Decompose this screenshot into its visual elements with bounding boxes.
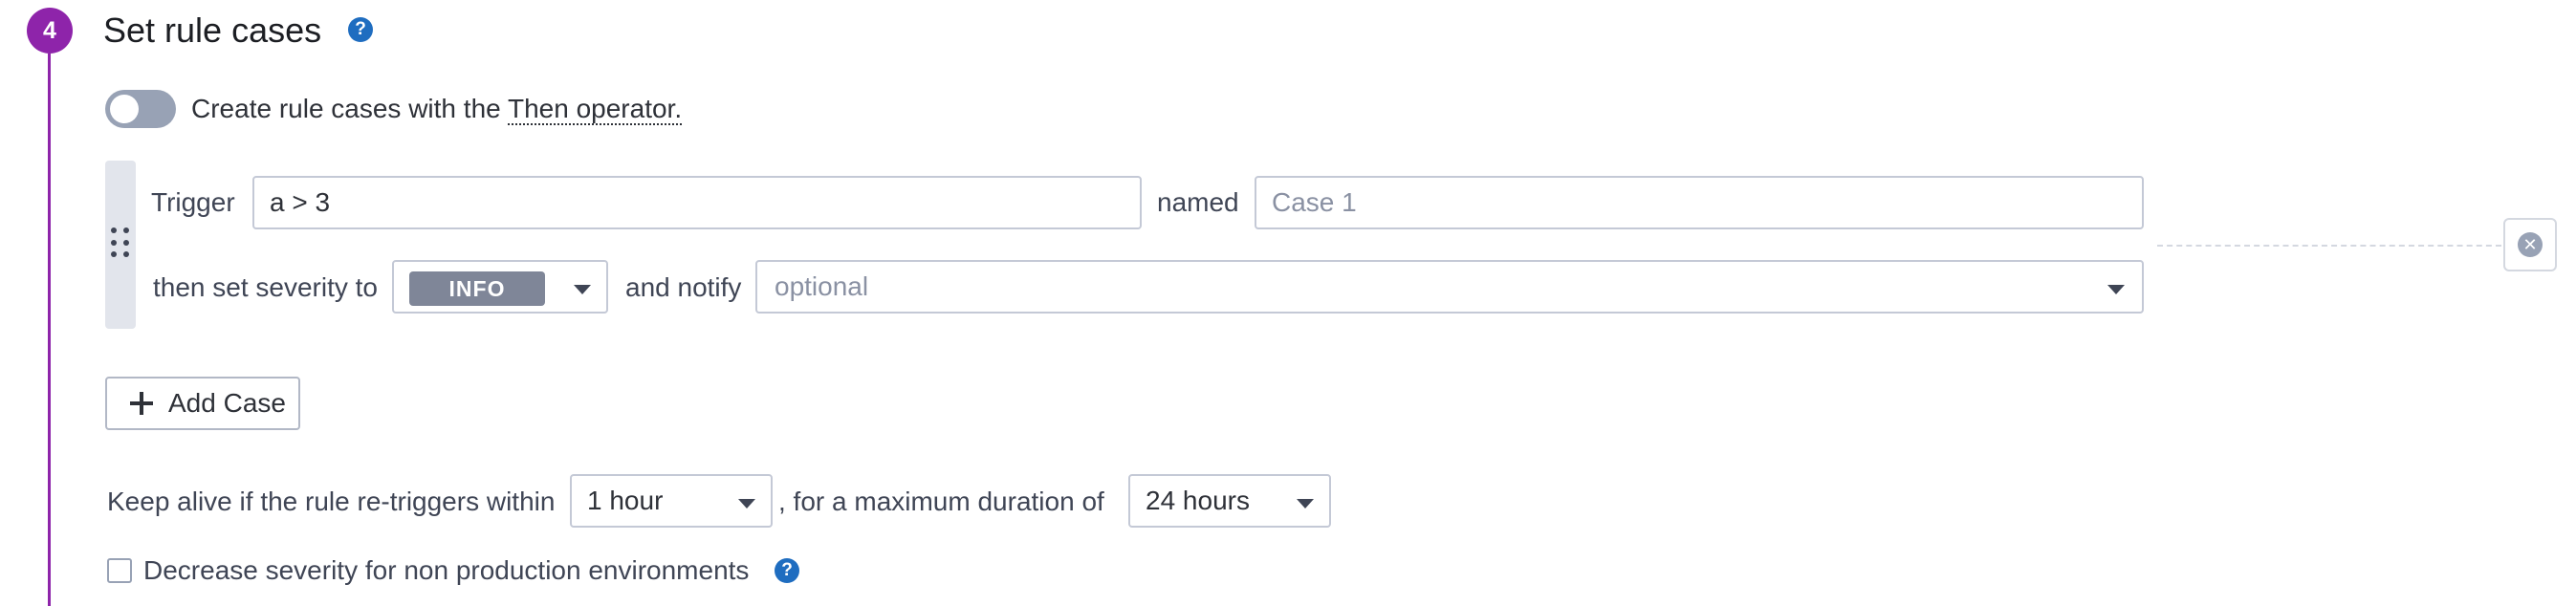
step-number: 4 [43, 16, 56, 44]
then-operator-toggle[interactable] [105, 90, 176, 128]
toggle-text: Create rule cases with the [191, 94, 508, 123]
step-connector-line [48, 54, 51, 606]
chevron-down-icon [574, 285, 591, 294]
notify-select[interactable]: optional [755, 260, 2144, 314]
add-case-label: Add Case [168, 388, 286, 418]
decrease-severity-checkbox[interactable] [107, 558, 132, 583]
question-circle-icon[interactable]: ? [775, 558, 799, 583]
decrease-severity-label: Decrease severity for non production env… [143, 555, 750, 585]
case-drag-handle[interactable] [105, 161, 136, 329]
question-circle-icon[interactable]: ? [348, 17, 373, 42]
then-operator-link[interactable]: Then operator. [507, 94, 683, 125]
trigger-label: Trigger [151, 187, 235, 217]
step-number-badge: 4 [27, 8, 73, 54]
max-duration-select[interactable]: 24 hours [1128, 474, 1331, 528]
add-case-button[interactable]: Add Case [105, 377, 300, 430]
retrigger-window-select[interactable]: 1 hour [570, 474, 773, 528]
keep-alive-label: Keep alive if the rule re-triggers withi… [107, 487, 556, 516]
case-name-input[interactable] [1255, 176, 2144, 229]
retrigger-window-value: 1 hour [587, 486, 664, 515]
max-duration-label: , for a maximum duration of [778, 487, 1104, 516]
notify-label: and notify [625, 272, 742, 302]
notify-placeholder: optional [775, 271, 869, 301]
section-title: Set rule cases [103, 11, 322, 50]
chevron-down-icon [1297, 499, 1314, 509]
close-circle-icon: ✕ [2518, 232, 2543, 257]
remove-case-button[interactable]: ✕ [2503, 218, 2557, 271]
severity-select[interactable]: INFO [392, 260, 608, 314]
plus-icon [130, 392, 153, 415]
toggle-description: Create rule cases with the Then operator… [191, 92, 683, 126]
trigger-input[interactable] [252, 176, 1142, 229]
drag-handle-icon [111, 227, 130, 260]
severity-badge: INFO [409, 271, 545, 306]
max-duration-value: 24 hours [1146, 486, 1250, 515]
named-label: named [1157, 187, 1239, 217]
severity-label: then set severity to [153, 272, 379, 302]
chevron-down-icon [738, 499, 755, 509]
case-divider-line [2157, 245, 2501, 247]
chevron-down-icon [2107, 285, 2125, 294]
toggle-knob [110, 95, 139, 123]
